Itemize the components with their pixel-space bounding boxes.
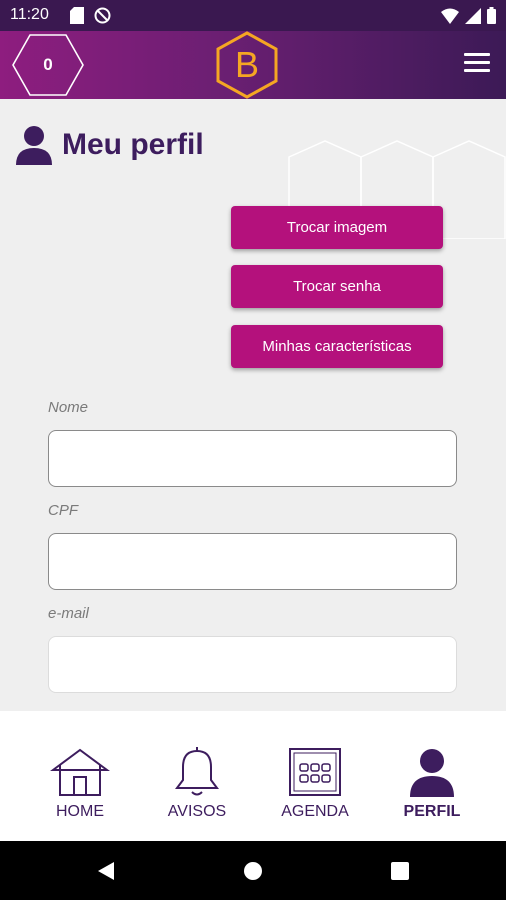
nav-avisos[interactable]: AVISOS [147, 747, 247, 837]
system-nav-bar [0, 841, 506, 900]
profile-content[interactable]: Meu perfil Trocar imagem Trocar senha Mi… [0, 99, 506, 711]
my-characteristics-button[interactable]: Minhas características [231, 325, 443, 368]
battery-icon [487, 7, 496, 24]
back-icon[interactable] [96, 861, 116, 881]
cpf-label: CPF [48, 502, 78, 519]
status-icons-left [70, 7, 111, 24]
bottom-nav: HOME AVISOS AGENDA PERFIL [0, 711, 506, 841]
user-icon [16, 126, 52, 165]
nav-home[interactable]: HOME [30, 747, 130, 837]
change-password-button[interactable]: Trocar senha [231, 265, 443, 308]
do-not-disturb-icon [94, 7, 111, 24]
recents-icon[interactable] [391, 862, 409, 880]
wifi-icon [441, 8, 459, 24]
cpf-field[interactable] [48, 533, 457, 590]
signal-icon [465, 7, 481, 24]
change-image-button[interactable]: Trocar imagem [231, 206, 443, 249]
nav-label: HOME [56, 803, 104, 820]
email-field[interactable] [48, 636, 457, 693]
calendar-icon [289, 748, 341, 796]
house-icon [50, 748, 110, 796]
hexagon-counter[interactable]: 0 [12, 33, 84, 97]
bell-icon [175, 747, 219, 796]
email-label: e-mail [48, 605, 89, 622]
name-label: Nome [48, 399, 89, 416]
status-bar: 11:20 [0, 0, 506, 31]
nav-label: AGENDA [281, 803, 349, 820]
counter-value: 0 [43, 55, 53, 74]
user-icon [410, 749, 454, 797]
page-header: Meu perfil [16, 121, 204, 169]
nav-label: PERFIL [403, 803, 461, 820]
nav-label: AVISOS [167, 803, 227, 820]
home-circle-icon[interactable] [243, 861, 263, 881]
status-icons-right [441, 7, 496, 24]
hamburger-menu-icon[interactable] [464, 53, 490, 75]
name-field[interactable] [48, 430, 457, 487]
app-header: 0 B [0, 31, 506, 99]
sd-card-icon [70, 7, 84, 24]
nav-perfil[interactable]: PERFIL [382, 747, 482, 837]
logo-letter: B [234, 44, 259, 85]
nav-agenda[interactable]: AGENDA [265, 747, 365, 837]
status-time: 11:20 [10, 6, 49, 23]
page-title: Meu perfil [62, 128, 204, 161]
app-logo: B [215, 31, 279, 99]
